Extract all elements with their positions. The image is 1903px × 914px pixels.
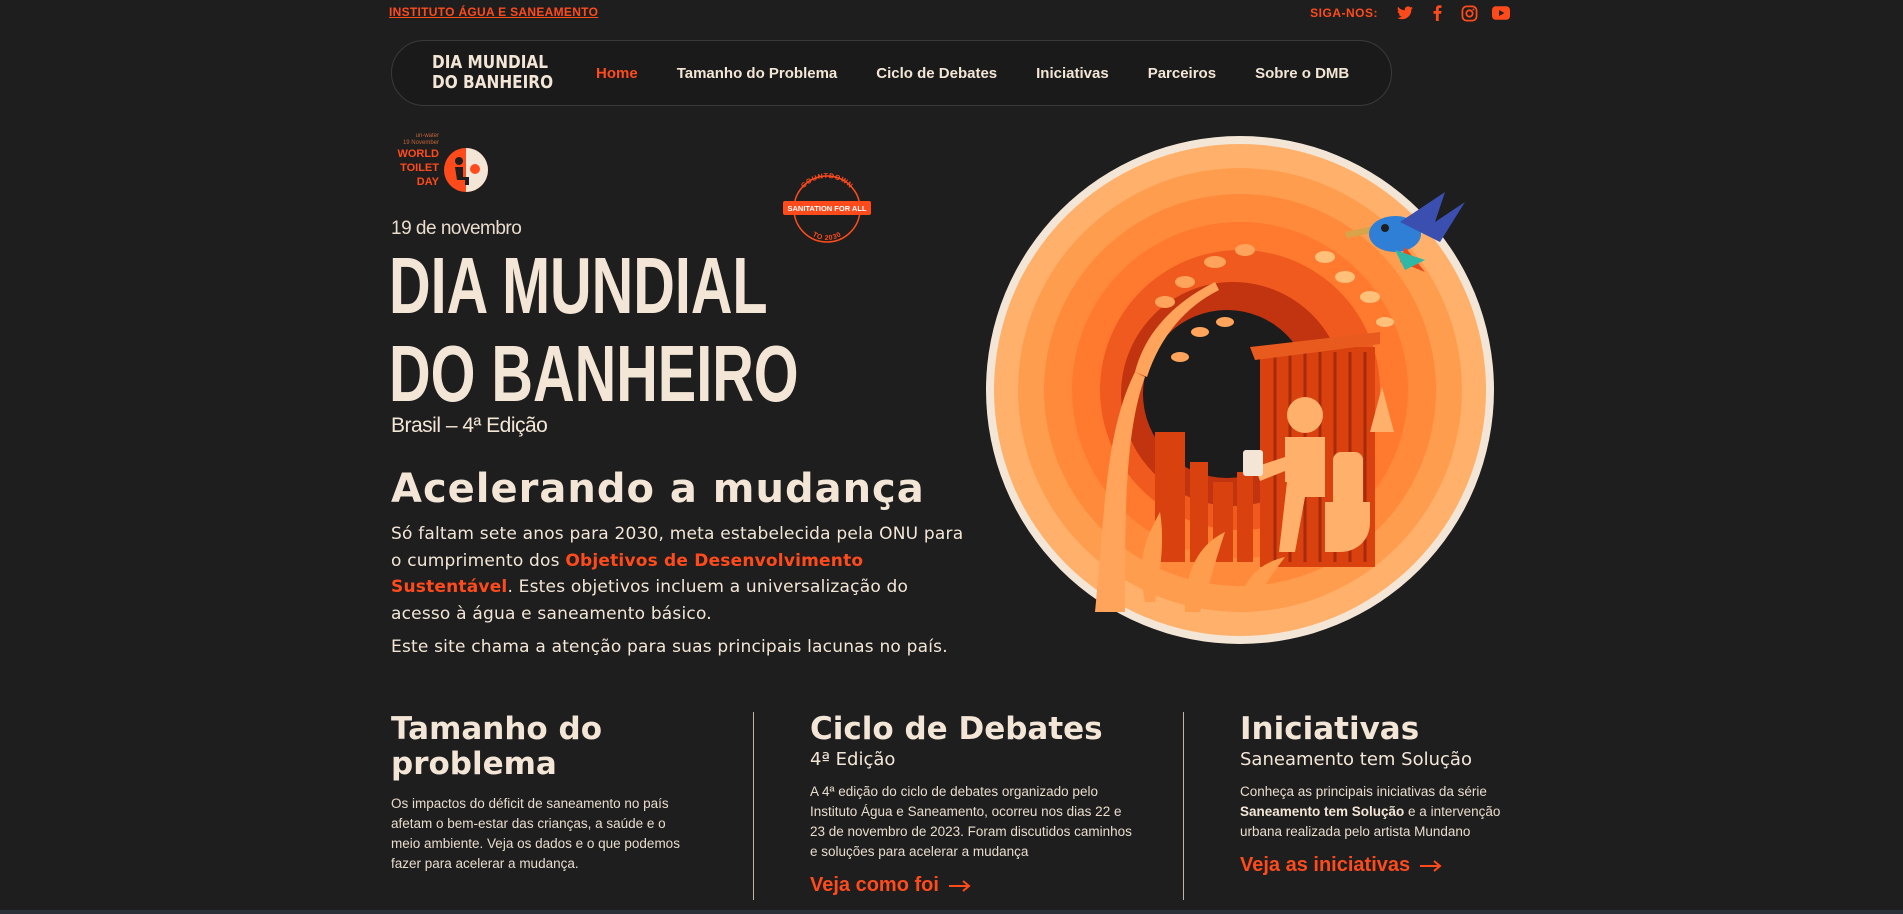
card-initiatives-text-start: Conheça as principais iniciativas da sér… [1240, 784, 1487, 799]
instagram-icon[interactable] [1460, 4, 1478, 22]
card-problem-title: Tamanho do problema [391, 712, 602, 782]
hero-title-line-2: DO BANHEIRO [389, 329, 799, 418]
world-toilet-day-logo: un-water 19 November WORLD TOILET DAY [391, 133, 491, 195]
facebook-icon[interactable] [1428, 4, 1446, 22]
page-bottom-edge [0, 910, 1903, 914]
badge-middle-text: SANITATION FOR ALL [787, 204, 866, 213]
card-debates-link[interactable]: Veja como foi [810, 874, 971, 897]
hero-tagline: Acelerando a mudança [391, 466, 925, 512]
nav-item-sobre-o-dmb[interactable]: Sobre o DMB [1255, 65, 1349, 82]
card-debates-title: Ciclo de Debates [810, 711, 1103, 747]
card-problem-title-line-1: Tamanho do [391, 711, 603, 747]
hero-date: 19 de novembro [391, 218, 522, 239]
card-divider-1 [753, 712, 754, 900]
arrow-right-icon [948, 879, 971, 892]
social-links: SIGA-NOS: [1310, 3, 1510, 23]
card-initiatives-title: Iniciativas [1240, 711, 1420, 747]
hero-intro: Só faltam sete anos para 2030, meta esta… [391, 521, 971, 627]
twitter-icon[interactable] [1396, 4, 1414, 22]
card-problem-title-line-2: problema [391, 746, 557, 782]
hero-intro-2: Este site chama a atenção para suas prin… [391, 637, 948, 657]
wtd-line-2: TOILET [400, 162, 439, 174]
nav-item-ciclo-de-debates[interactable]: Ciclo de Debates [876, 65, 997, 82]
svg-text:COUNTDOWN: COUNTDOWN [800, 173, 854, 190]
youtube-icon[interactable] [1492, 4, 1510, 22]
nav-item-tamanho-do-problema[interactable]: Tamanho do Problema [677, 65, 838, 82]
hero-illustration [986, 136, 1494, 644]
card-initiatives-text-bold: Saneamento tem Solução [1240, 804, 1405, 819]
nav-item-parceiros[interactable]: Parceiros [1148, 65, 1216, 82]
social-label: SIGA-NOS: [1310, 6, 1378, 20]
nav-menu: Home Tamanho do Problema Ciclo de Debate… [596, 65, 1349, 82]
card-debates-link-label: Veja como foi [810, 874, 939, 896]
card-initiatives-link[interactable]: Veja as iniciativas [1240, 854, 1442, 877]
card-problem-text: Os impactos do déficit de saneamento no … [391, 796, 680, 871]
wtd-line-1: WORLD [397, 148, 439, 160]
main-navbar: DIA MUNDIAL DO BANHEIRO Home Tamanho do … [391, 40, 1392, 106]
hero-title: DIA MUNDIAL DO BANHEIRO [389, 242, 799, 418]
logo-line-2: DO BANHEIRO [432, 72, 554, 93]
hero-title-line-1: DIA MUNDIAL [389, 241, 768, 330]
arrow-right-icon [1420, 859, 1442, 872]
card-debates-subtitle: 4ª Edição [810, 749, 896, 770]
wtd-small-line-2: 19 November [402, 140, 439, 146]
card-debates-text: A 4ª edição do ciclo de debates organiza… [810, 784, 1132, 859]
wtd-small-line-1: un-water [415, 133, 439, 139]
countdown-badge: COUNTDOWN SANITATION FOR ALL TO 2030 [783, 173, 871, 243]
card-initiatives-text: Conheça as principais iniciativas da sér… [1240, 782, 1530, 842]
nav-item-iniciativas[interactable]: Iniciativas [1036, 65, 1109, 82]
logo-line-1: DIA MUNDIAL [432, 52, 548, 73]
hero-edition: Brasil – 4ª Edição [391, 414, 548, 437]
wtd-line-3: DAY [416, 176, 439, 188]
world-toilet-day-text: un-water 19 November WORLD TOILET DAY [391, 133, 439, 189]
world-toilet-day-emblem-icon [444, 148, 488, 192]
card-initiatives-link-label: Veja as iniciativas [1240, 854, 1411, 876]
card-initiatives-subtitle: Saneamento tem Solução [1240, 749, 1472, 770]
badge-top-text: COUNTDOWN [800, 173, 853, 190]
site-logo[interactable]: DIA MUNDIAL DO BANHEIRO [432, 53, 560, 93]
nav-item-home[interactable]: Home [596, 65, 638, 82]
card-divider-2 [1183, 712, 1184, 900]
institute-link[interactable]: INSTITUTO ÁGUA E SANEAMENTO [389, 5, 598, 19]
